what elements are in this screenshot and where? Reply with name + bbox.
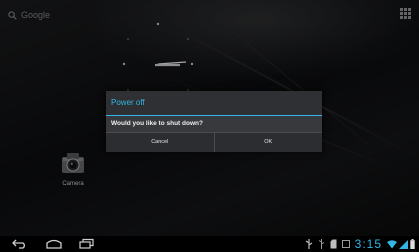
home-icon[interactable] xyxy=(46,238,62,249)
usb-icon xyxy=(305,239,312,249)
back-icon[interactable] xyxy=(12,238,28,249)
status-area[interactable]: 3:15 xyxy=(300,236,415,252)
signal-icon xyxy=(399,239,408,249)
status-clock: 3:15 xyxy=(354,237,382,251)
screenshot-icon xyxy=(341,240,350,248)
system-bar: 3:15 xyxy=(0,236,419,252)
dialog-message: Would you like to shut down? xyxy=(106,116,322,132)
dialog-button-bar: Cancel OK xyxy=(106,132,322,152)
battery-icon xyxy=(410,239,415,249)
cancel-button[interactable]: Cancel xyxy=(106,133,214,152)
wifi-icon xyxy=(387,239,397,248)
power-off-dialog: Power off Would you like to shut down? C… xyxy=(106,91,322,152)
dialog-title: Power off xyxy=(106,91,322,116)
usb-debug-icon xyxy=(318,239,324,249)
recent-apps-icon[interactable] xyxy=(79,238,95,249)
sd-card-icon xyxy=(330,239,337,249)
ok-button[interactable]: OK xyxy=(213,133,322,152)
